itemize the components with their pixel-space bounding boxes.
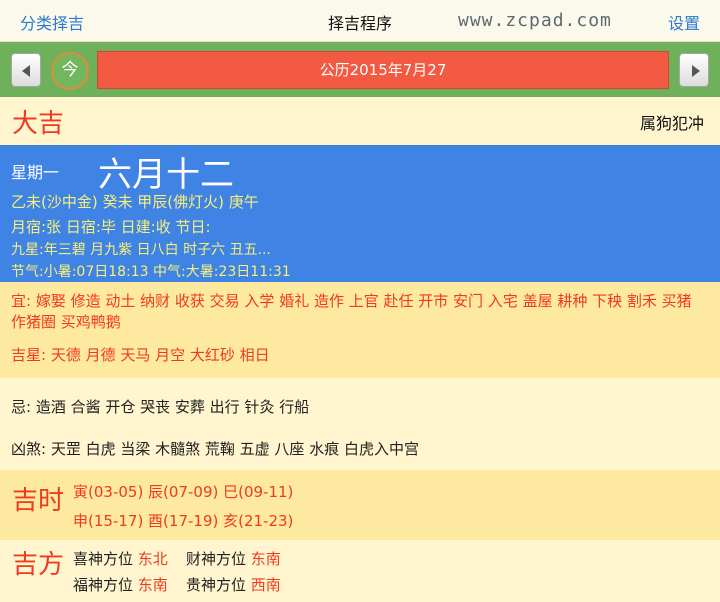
direction-value: 东南 — [250, 550, 281, 568]
date-navigation-bar: 今 公历2015年7月27 — [0, 42, 720, 97]
settings-button[interactable]: 设置 — [668, 10, 700, 34]
direction-label: 财神方位 — [186, 550, 247, 568]
fortune-level: 大吉 — [12, 109, 65, 139]
good-hours-title: 吉时 — [12, 486, 65, 516]
direction-item: 贵神方位 西南 — [186, 574, 281, 595]
direction-item: 财神方位 东南 — [186, 548, 281, 569]
lunar-date: 六月十二 — [98, 155, 234, 195]
direction-value: 东南 — [137, 576, 168, 594]
avoid-activities: 忌: 造酒 合酱 开仓 哭丧 安葬 出行 针灸 行船 — [11, 398, 310, 416]
direction-value: 东北 — [137, 550, 168, 568]
top-bar: 分类择吉 择吉程序 www.zcpad.com 设置 — [0, 0, 720, 42]
ganzhi-line: 乙未(沙中金) 癸未 甲辰(佛灯火) 庚午 — [11, 193, 259, 211]
suitable-activities: 宜: 嫁娶 修造 动土 纳财 收获 交易 入学 婚礼 造作 上官 赴任 开市 安… — [11, 292, 692, 331]
direction-item: 福神方位 东南 — [73, 574, 168, 595]
day-level-row: 大吉 属狗犯冲 — [0, 97, 720, 145]
direction-value: 西南 — [250, 576, 281, 594]
weekday: 星期一 — [11, 163, 60, 182]
lunar-info-panel: 星期一 六月十二 乙未(沙中金) 癸未 甲辰(佛灯火) 庚午 月宿:张 日宿:毕… — [0, 145, 720, 282]
good-hours-row-1: 寅(03-05) 辰(07-09) 巳(09-11) — [73, 483, 294, 501]
lucky-stars: 吉星: 天德 月德 天马 月空 大红砂 相日 — [11, 346, 270, 364]
chevron-left-icon — [22, 65, 30, 77]
nine-stars-line: 九星:年三碧 月九紫 日八白 时子六 丑五... — [11, 242, 271, 258]
previous-day-button[interactable] — [11, 53, 41, 87]
direction-label: 贵神方位 — [186, 576, 247, 594]
direction-label: 福神方位 — [73, 576, 134, 594]
date-picker[interactable]: 公历2015年7月27 — [97, 51, 669, 89]
direction-item: 喜神方位 东北 — [73, 548, 168, 569]
today-button[interactable]: 今 — [51, 52, 89, 90]
watermark: www.zcpad.com — [458, 10, 612, 31]
good-directions-title: 吉方 — [12, 550, 65, 580]
good-directions-section: 吉方 喜神方位 东北 财神方位 东南 福神方位 东南 贵神方位 西南 — [0, 540, 720, 602]
next-day-button[interactable] — [679, 53, 709, 87]
zodiac-clash: 属狗犯冲 — [639, 114, 704, 133]
constellation-line: 月宿:张 日宿:毕 日建:收 节日: — [11, 218, 211, 236]
direction-label: 喜神方位 — [73, 550, 134, 568]
evil-stars: 凶煞: 天罡 白虎 当梁 木髓煞 荒鞠 五虚 八座 水痕 白虎入中宫 — [11, 440, 419, 458]
good-hours-section: 吉时 寅(03-05) 辰(07-09) 巳(09-11) 申(15-17) 酉… — [0, 470, 720, 540]
page-title: 择吉程序 — [328, 14, 393, 33]
suitable-section: 宜: 嫁娶 修造 动土 纳财 收获 交易 入学 婚礼 造作 上官 赴任 开市 安… — [0, 282, 720, 378]
category-select-button[interactable]: 分类择吉 — [20, 10, 84, 34]
good-hours-row-2: 申(15-17) 酉(17-19) 亥(21-23) — [73, 512, 294, 530]
solar-terms-line: 节气:小暑:07日18:13 中气:大暑:23日11:31 — [11, 264, 291, 280]
avoid-section: 忌: 造酒 合酱 开仓 哭丧 安葬 出行 针灸 行船 凶煞: 天罡 白虎 当梁 … — [0, 378, 720, 470]
chevron-right-icon — [692, 65, 700, 77]
